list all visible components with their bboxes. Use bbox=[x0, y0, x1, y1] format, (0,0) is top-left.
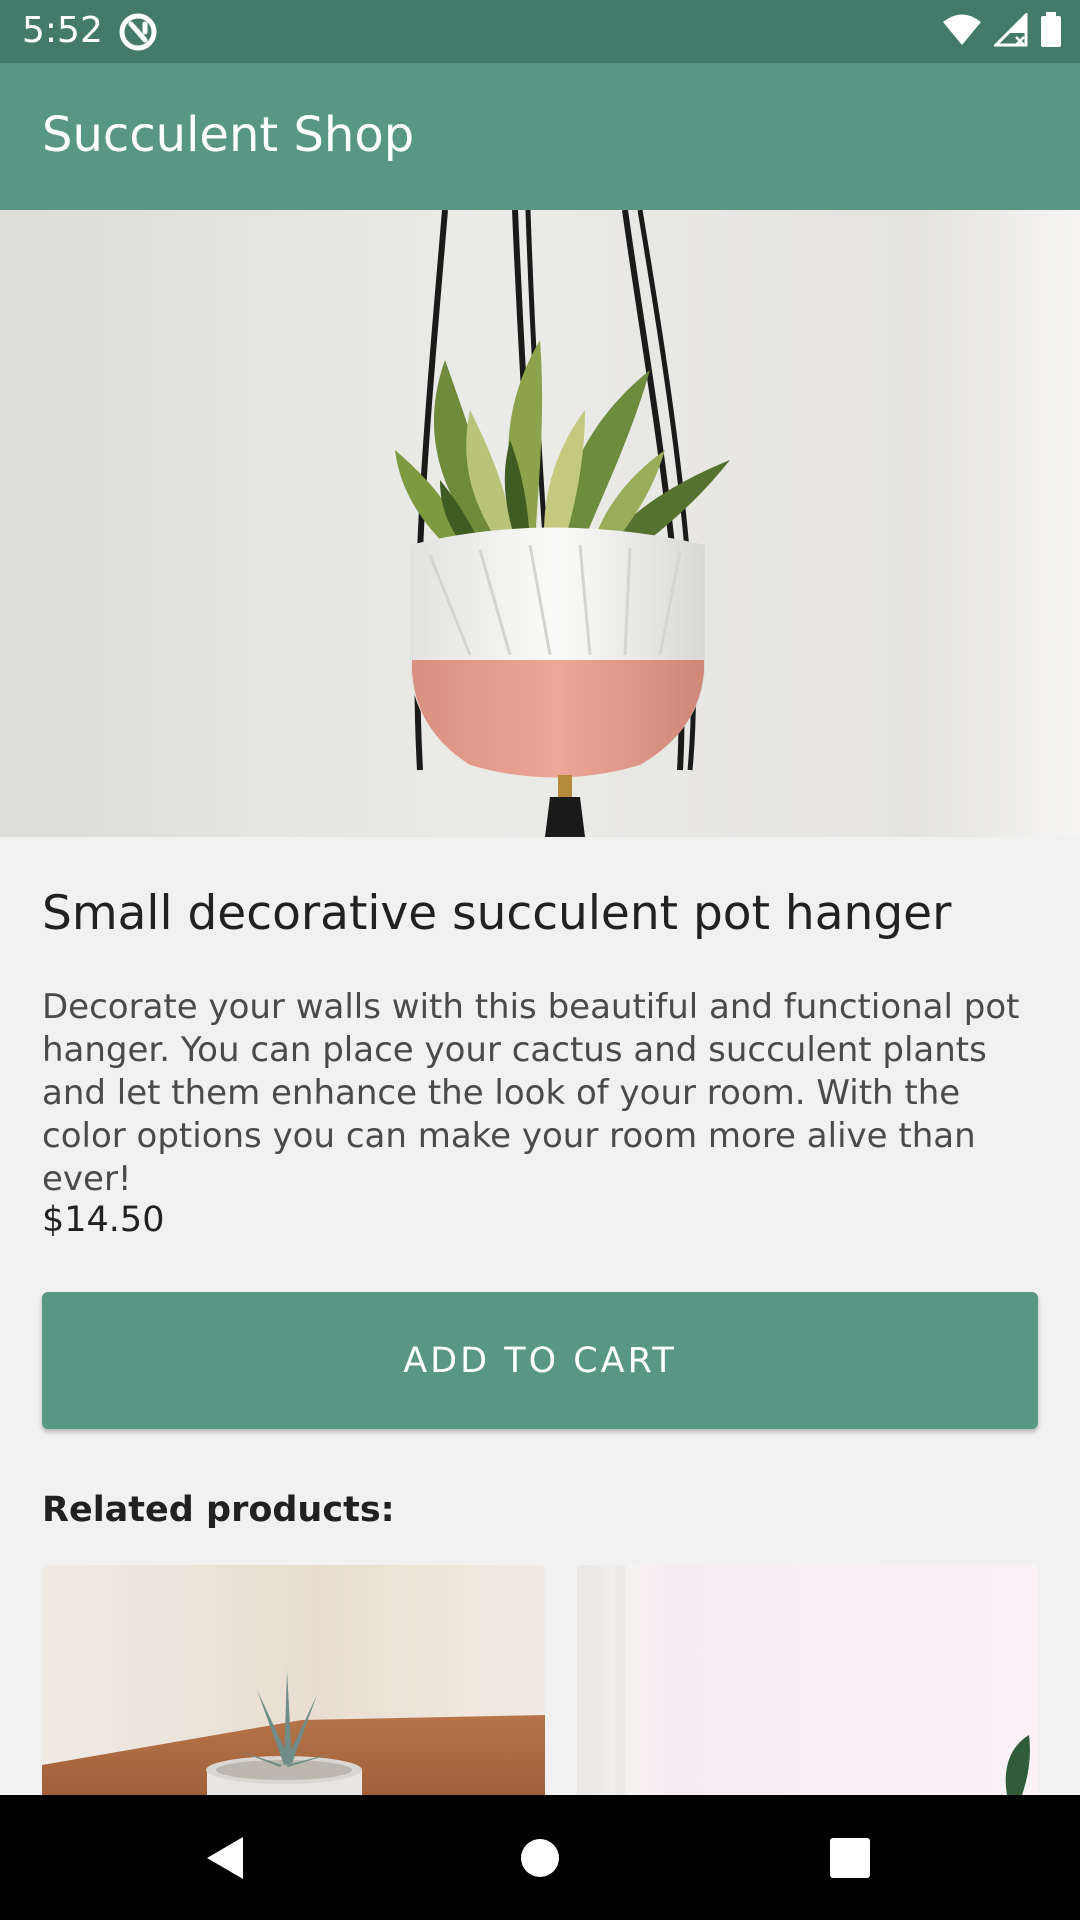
app-bar: Succulent Shop bbox=[0, 63, 1080, 210]
screen: 5:52 Succulent Shop Small decorative suc… bbox=[0, 0, 1080, 1920]
back-icon[interactable] bbox=[192, 1825, 258, 1891]
related-products-heading: Related products: bbox=[42, 1490, 395, 1530]
battery-icon bbox=[1040, 12, 1062, 52]
status-time: 5:52 bbox=[22, 10, 103, 51]
hanging-succulent-pot-image bbox=[0, 210, 1080, 837]
product-description: Decorate your walls with this beautiful … bbox=[42, 987, 1020, 1199]
product-title: Small decorative succulent pot hanger bbox=[42, 886, 952, 941]
add-to-cart-button[interactable]: ADD TO CART bbox=[42, 1292, 1038, 1429]
recents-icon[interactable] bbox=[817, 1825, 883, 1891]
status-bar: 5:52 bbox=[0, 0, 1080, 63]
related-product-card-1[interactable] bbox=[42, 1565, 545, 1795]
product-price: $14.50 bbox=[42, 1200, 165, 1240]
navigation-bar bbox=[0, 1795, 1080, 1920]
status-icons bbox=[942, 11, 1062, 52]
cell-signal-icon bbox=[992, 11, 1028, 51]
home-icon[interactable] bbox=[507, 1825, 573, 1891]
related-product-card-2[interactable] bbox=[577, 1565, 1038, 1795]
plant-by-pink-wall-image bbox=[577, 1565, 1038, 1795]
app-title: Succulent Shop bbox=[42, 107, 415, 163]
wifi-icon bbox=[942, 13, 982, 51]
succulent-on-table-image bbox=[42, 1565, 545, 1795]
app-notification-icon bbox=[118, 12, 158, 52]
